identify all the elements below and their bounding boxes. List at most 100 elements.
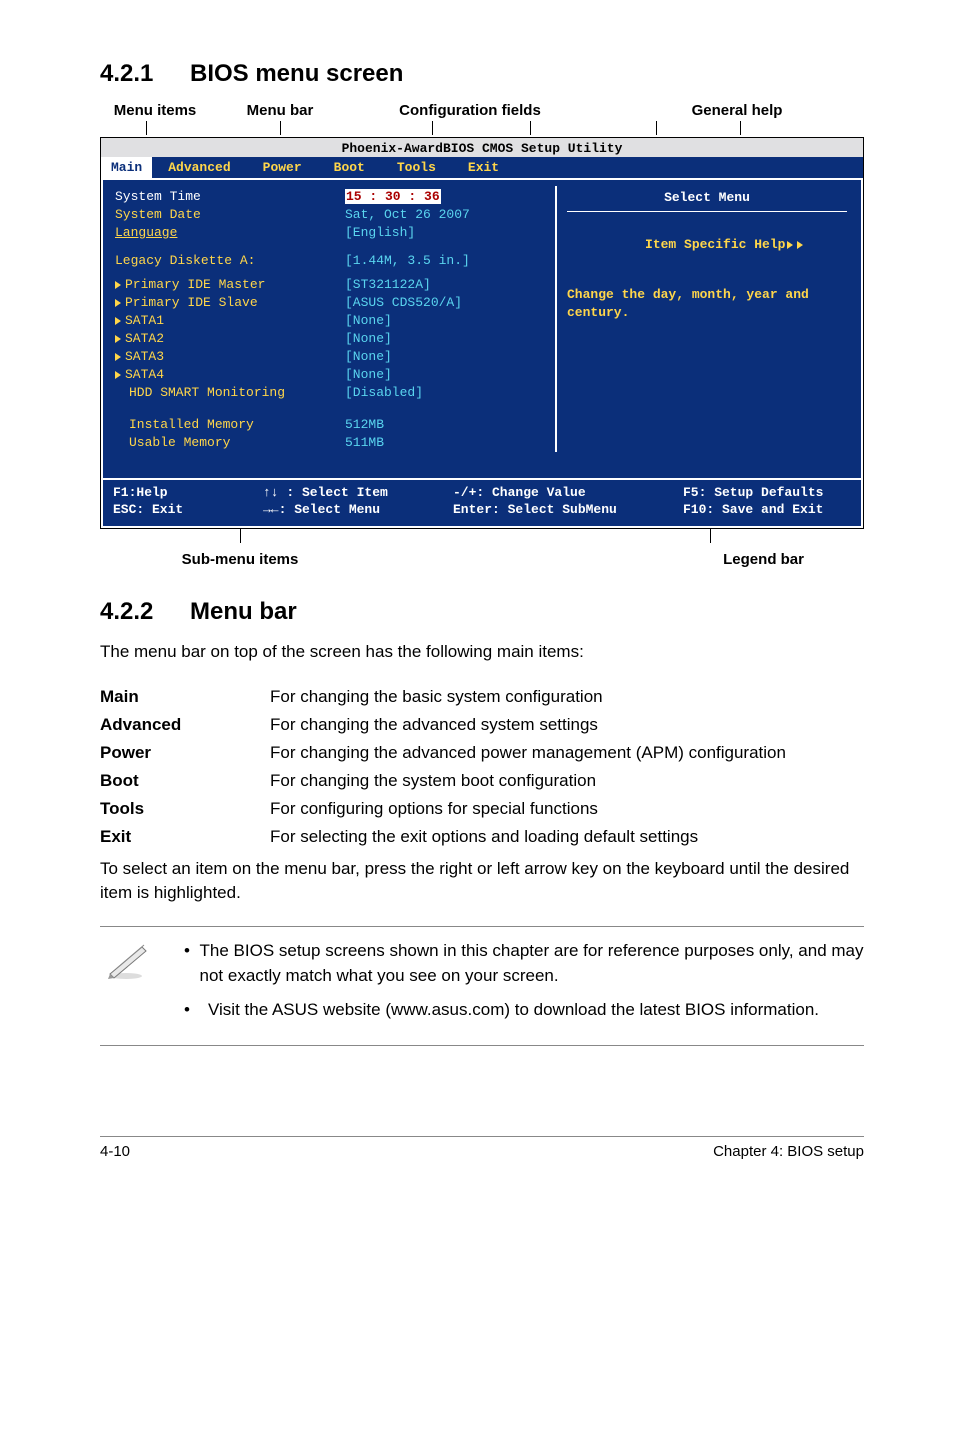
top-callout-labels: Menu items Menu bar Configuration fields… <box>100 102 864 119</box>
bios-values-column: 15 : 30 : 36 Sat, Oct 26 2007 [English] … <box>345 186 555 452</box>
bios-value-sata2[interactable]: [None] <box>345 331 392 346</box>
label-menu-items: Menu items <box>100 102 210 119</box>
heading-title: Menu bar <box>190 598 297 625</box>
bios-title-bar: Phoenix-AwardBIOS CMOS Setup Utility <box>101 138 863 157</box>
chapter-label: Chapter 4: BIOS setup <box>180 1143 864 1160</box>
label-general-help: General help <box>580 102 864 119</box>
bottom-callout-labels: Sub-menu items Legend bar <box>100 551 864 568</box>
heading-title: BIOS menu screen <box>190 60 403 87</box>
legend-enter-submenu: Enter: Select SubMenu <box>453 501 683 518</box>
bios-value-system-date[interactable]: Sat, Oct 26 2007 <box>345 207 470 222</box>
bios-legend-bar: F1:Help ↑↓ : Select Item -/+: Change Val… <box>101 480 863 528</box>
bios-item-system-date[interactable]: System Date <box>115 207 201 222</box>
table-row: MainFor changing the basic system config… <box>100 683 864 711</box>
table-row: ToolsFor configuring options for special… <box>100 795 864 823</box>
bios-menu-bar[interactable]: Main Advanced Power Boot Tools Exit <box>101 157 863 178</box>
bios-value-installed-memory: 512MB <box>345 417 384 432</box>
page-footer: 4-10 Chapter 4: BIOS setup <box>100 1136 864 1160</box>
bios-item-primary-ide-slave[interactable]: Primary IDE Slave <box>125 295 258 310</box>
bios-help-text: Change the day, month, year and century. <box>567 286 847 322</box>
submenu-arrow-icon <box>115 299 121 307</box>
bios-item-legacy-diskette[interactable]: Legacy Diskette A: <box>115 253 255 268</box>
submenu-arrow-icon <box>115 317 121 325</box>
row-main-desc: For changing the basic system configurat… <box>270 683 864 711</box>
row-exit-label: Exit <box>100 823 270 851</box>
table-row: ExitFor selecting the exit options and l… <box>100 823 864 851</box>
bios-tab-power[interactable]: Power <box>247 157 318 178</box>
legend-f10-save: F10: Save and Exit <box>683 501 851 518</box>
submenu-arrow-icon <box>115 353 121 361</box>
note-pen-icon <box>100 939 184 1033</box>
bios-item-language[interactable]: Language <box>115 225 177 240</box>
bios-item-sata3[interactable]: SATA3 <box>125 349 164 364</box>
row-power-desc: For changing the advanced power manageme… <box>270 739 864 767</box>
row-tools-label: Tools <box>100 795 270 823</box>
bios-item-installed-memory: Installed Memory <box>129 417 254 432</box>
bios-item-hdd-smart[interactable]: HDD SMART Monitoring <box>129 385 285 400</box>
legend-select-menu: →←: Select Menu <box>263 501 453 518</box>
bios-value-hdd-smart[interactable]: [Disabled] <box>345 385 423 400</box>
submenu-arrow-icon <box>115 371 121 379</box>
legend-f5-defaults: F5: Setup Defaults <box>683 484 851 501</box>
bios-tab-exit[interactable]: Exit <box>452 157 515 178</box>
bios-value-language[interactable]: [English] <box>345 225 415 240</box>
row-advanced-desc: For changing the advanced system setting… <box>270 711 864 739</box>
bios-value-primary-ide-slave[interactable]: [ASUS CDS520/A] <box>345 295 462 310</box>
bios-item-sata4[interactable]: SATA4 <box>125 367 164 382</box>
bios-help-title: Select Menu <box>567 188 847 212</box>
legend-f1-help: F1:Help <box>113 484 263 501</box>
bios-item-system-time[interactable]: System Time <box>115 189 201 204</box>
bios-value-primary-ide-master[interactable]: [ST321122A] <box>345 277 431 292</box>
bios-tab-advanced[interactable]: Advanced <box>152 157 246 178</box>
bios-item-sata2[interactable]: SATA2 <box>125 331 164 346</box>
row-boot-label: Boot <box>100 767 270 795</box>
row-boot-desc: For changing the system boot configurati… <box>270 767 864 795</box>
bios-value-sata1[interactable]: [None] <box>345 313 392 328</box>
note-text-1: The BIOS setup screens shown in this cha… <box>200 939 864 988</box>
bios-body: System Time System Date Language Legacy … <box>101 178 863 480</box>
note-text-2: Visit the ASUS website (www.asus.com) to… <box>208 998 819 1023</box>
right-arrow-icon <box>787 241 793 249</box>
legend-change-value: -/+: Change Value <box>453 484 683 501</box>
submenu-arrow-icon <box>115 281 121 289</box>
bios-item-primary-ide-master[interactable]: Primary IDE Master <box>125 277 265 292</box>
bullet-dot: • <box>184 998 208 1023</box>
row-main-label: Main <box>100 683 270 711</box>
bios-tab-boot[interactable]: Boot <box>318 157 381 178</box>
bios-value-legacy-diskette[interactable]: [1.44M, 3.5 in.] <box>345 253 470 268</box>
legend-esc-exit: ESC: Exit <box>113 501 263 518</box>
bottom-tick-marks <box>100 529 864 551</box>
label-sub-menu-items: Sub-menu items <box>100 551 380 568</box>
row-advanced-label: Advanced <box>100 711 270 739</box>
bios-help-panel: Select Menu Item Specific Help Change th… <box>555 186 855 452</box>
submenu-arrow-icon <box>115 335 121 343</box>
table-row: BootFor changing the system boot configu… <box>100 767 864 795</box>
bios-value-sata4[interactable]: [None] <box>345 367 392 382</box>
right-arrow-icon <box>797 241 803 249</box>
menu-description-table: MainFor changing the basic system config… <box>100 683 864 851</box>
bios-item-sata1[interactable]: SATA1 <box>125 313 164 328</box>
bullet-dot: • <box>184 939 200 988</box>
bios-item-usable-memory: Usable Memory <box>129 435 230 450</box>
bios-tab-tools[interactable]: Tools <box>381 157 452 178</box>
bios-labels-column: System Time System Date Language Legacy … <box>109 186 345 452</box>
section-422-tail: To select an item on the menu bar, press… <box>100 857 864 906</box>
heading-number: 4.2.2 <box>100 598 190 626</box>
bios-help-label: Item Specific Help <box>645 237 785 252</box>
table-row: AdvancedFor changing the advanced system… <box>100 711 864 739</box>
bios-value-usable-memory: 511MB <box>345 435 384 450</box>
row-exit-desc: For selecting the exit options and loadi… <box>270 823 864 851</box>
row-tools-desc: For configuring options for special func… <box>270 795 864 823</box>
heading-number: 4.2.1 <box>100 60 190 88</box>
page-number: 4-10 <box>100 1143 180 1160</box>
bios-value-sata3[interactable]: [None] <box>345 349 392 364</box>
section-422-intro: The menu bar on top of the screen has th… <box>100 640 864 665</box>
section-heading-422: 4.2.2Menu bar <box>100 598 864 626</box>
label-legend-bar: Legend bar <box>380 551 864 568</box>
table-row: PowerFor changing the advanced power man… <box>100 739 864 767</box>
bios-value-system-time[interactable]: 15 : 30 : 36 <box>345 189 441 204</box>
bios-tab-main[interactable]: Main <box>101 157 152 178</box>
bios-screenshot: Phoenix-AwardBIOS CMOS Setup Utility Mai… <box>100 137 864 529</box>
note-box: •The BIOS setup screens shown in this ch… <box>100 926 864 1046</box>
label-menu-bar: Menu bar <box>210 102 350 119</box>
